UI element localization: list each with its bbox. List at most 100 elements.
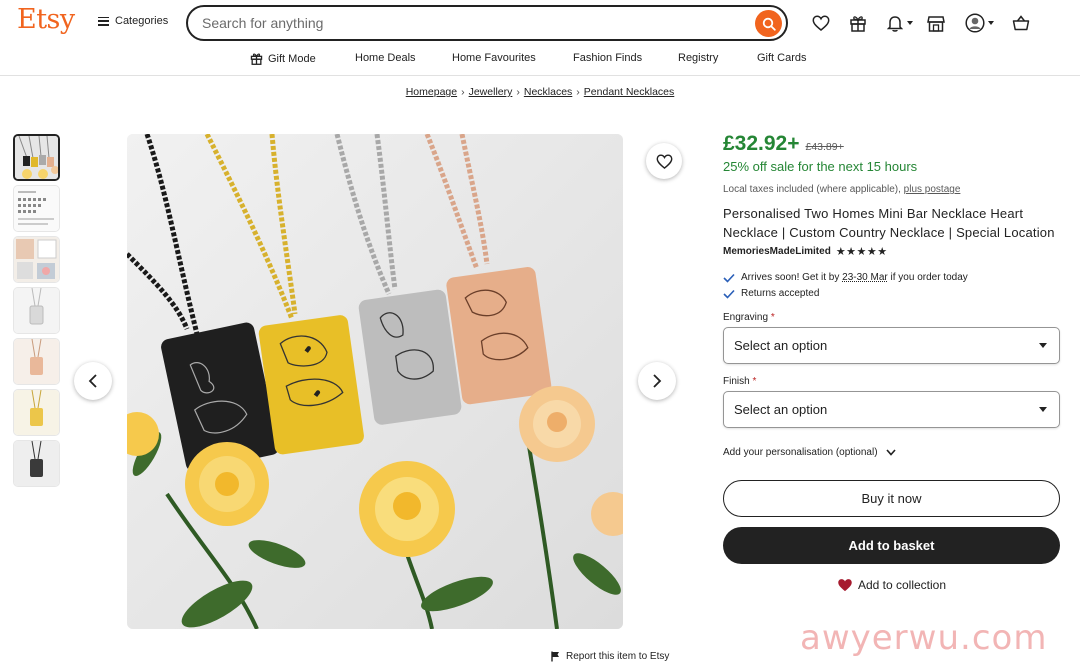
breadcrumb-separator: › bbox=[516, 86, 520, 98]
nav-registry[interactable]: Registry bbox=[678, 52, 718, 64]
nav-gift-cards[interactable]: Gift Cards bbox=[757, 52, 807, 64]
caret-down-icon bbox=[1039, 407, 1047, 412]
search-bar bbox=[186, 5, 788, 41]
chevron-down-icon bbox=[907, 21, 913, 25]
menu-icon bbox=[98, 16, 109, 26]
flag-icon bbox=[551, 651, 559, 662]
header: Etsy Categories bbox=[0, 0, 1080, 46]
heart-filled-icon bbox=[838, 579, 852, 592]
gift-button[interactable] bbox=[847, 12, 869, 34]
finish-label-text: Finish bbox=[723, 376, 750, 387]
personalisation-toggle[interactable]: Add your personalisation (optional) bbox=[723, 447, 1063, 458]
buy-it-now-button[interactable]: Buy it now bbox=[723, 480, 1060, 517]
price-row: £32.92+ £43.89+ bbox=[723, 132, 1063, 156]
heart-icon bbox=[812, 15, 830, 31]
breadcrumb-pendant-necklaces[interactable]: Pendant Necklaces bbox=[584, 86, 674, 98]
required-marker: * bbox=[752, 376, 757, 387]
categories-button[interactable]: Categories bbox=[98, 15, 168, 27]
rating-stars[interactable]: ★★★★★ bbox=[836, 245, 888, 258]
favourite-item-button[interactable] bbox=[646, 143, 682, 179]
returns-text: Returns accepted bbox=[741, 288, 820, 299]
breadcrumb: Homepage › Jewellery › Necklaces › Pendant Nec… bbox=[0, 86, 1080, 98]
nav-gift-mode[interactable]: Gift Mode bbox=[250, 52, 316, 65]
nav-fashion-finds[interactable]: Fashion Finds bbox=[573, 52, 642, 64]
thumbnail-list bbox=[13, 134, 62, 491]
chevron-down-icon bbox=[987, 21, 994, 25]
search-icon bbox=[762, 17, 776, 31]
tax-text: Local taxes included (where applicable), bbox=[723, 184, 901, 195]
avatar-icon bbox=[964, 13, 985, 33]
arrival-date[interactable]: 23-30 Mar bbox=[842, 272, 888, 283]
basket-button[interactable] bbox=[1010, 12, 1032, 34]
add-to-basket-button[interactable]: Add to basket bbox=[723, 527, 1060, 564]
check-icon bbox=[723, 273, 735, 283]
nav-label: Gift Mode bbox=[268, 52, 316, 65]
returns-row: Returns accepted bbox=[723, 288, 1063, 299]
categories-label: Categories bbox=[115, 15, 169, 27]
product-details: £32.92+ £43.89+ 25% off sale for the nex… bbox=[723, 132, 1063, 592]
price: £32.92+ bbox=[723, 132, 800, 155]
bell-icon bbox=[887, 16, 903, 32]
engraving-label: Engraving * bbox=[723, 312, 1063, 323]
breadcrumb-separator: › bbox=[461, 86, 465, 98]
basket-icon bbox=[1012, 15, 1030, 31]
thumbnail-2[interactable] bbox=[13, 185, 60, 232]
gift-icon bbox=[850, 16, 866, 32]
breadcrumb-separator: › bbox=[576, 86, 580, 98]
report-label: Report this item to Etsy bbox=[566, 651, 670, 662]
delivery-info: Arrives soon! Get it by 23-30 Mar if you… bbox=[723, 272, 1063, 299]
engraving-select[interactable]: Select an option bbox=[723, 327, 1060, 364]
arrival-row: Arrives soon! Get it by 23-30 Mar if you… bbox=[723, 272, 1063, 283]
thumbnail-5[interactable] bbox=[13, 338, 60, 385]
thumbnail-1[interactable] bbox=[13, 134, 60, 181]
caret-down-icon bbox=[1039, 343, 1047, 348]
report-item-link[interactable]: Report this item to Etsy bbox=[551, 651, 669, 662]
previous-image-button[interactable] bbox=[74, 362, 112, 400]
add-to-collection-button[interactable]: Add to collection bbox=[723, 578, 1060, 592]
personalisation-label: Add your personalisation (optional) bbox=[723, 447, 878, 458]
arrival-text: Arrives soon! Get it by 23-30 Mar if you… bbox=[741, 272, 968, 283]
chevron-left-icon bbox=[88, 374, 97, 388]
notifications-button[interactable] bbox=[884, 12, 916, 34]
chevron-right-icon bbox=[653, 374, 662, 388]
nav-home-deals[interactable]: Home Deals bbox=[355, 52, 416, 64]
gift-icon bbox=[250, 53, 263, 65]
original-price: £43.89+ bbox=[805, 141, 844, 153]
engraving-label-text: Engraving bbox=[723, 312, 769, 323]
breadcrumb-necklaces[interactable]: Necklaces bbox=[524, 86, 572, 98]
etsy-logo[interactable]: Etsy bbox=[17, 4, 75, 35]
header-divider bbox=[0, 75, 1080, 76]
thumbnail-4[interactable] bbox=[13, 287, 60, 334]
finish-label: Finish * bbox=[723, 376, 1063, 387]
favourites-button[interactable] bbox=[810, 12, 832, 34]
sub-navigation: Gift Mode Home Deals Home Favourites Fas… bbox=[0, 50, 1080, 68]
breadcrumb-homepage[interactable]: Homepage bbox=[406, 86, 457, 98]
search-button[interactable] bbox=[755, 10, 782, 37]
shop-name[interactable]: MemoriesMadeLimited bbox=[723, 246, 831, 257]
tax-notice: Local taxes included (where applicable),… bbox=[723, 184, 1063, 195]
postage-link[interactable]: plus postage bbox=[904, 184, 961, 195]
add-to-collection-label: Add to collection bbox=[857, 578, 947, 592]
arrival-suffix: if you order today bbox=[890, 272, 968, 283]
chevron-down-icon bbox=[885, 449, 896, 456]
product-title: Personalised Two Homes Mini Bar Necklace… bbox=[723, 206, 1055, 240]
next-image-button[interactable] bbox=[638, 362, 676, 400]
nav-home-favourites[interactable]: Home Favourites bbox=[452, 52, 536, 64]
watermark-text: awyerwu.com bbox=[800, 618, 1048, 658]
search-input[interactable] bbox=[202, 14, 742, 32]
arrival-prefix: Arrives soon! Get it by bbox=[741, 272, 840, 283]
breadcrumb-jewellery[interactable]: Jewellery bbox=[469, 86, 513, 98]
thumbnail-3[interactable] bbox=[13, 236, 60, 283]
heart-icon bbox=[656, 154, 672, 169]
required-marker: * bbox=[770, 312, 775, 323]
shop-manager-button[interactable] bbox=[925, 12, 947, 34]
finish-value: Select an option bbox=[734, 402, 828, 417]
thumbnail-7[interactable] bbox=[13, 440, 60, 487]
check-icon bbox=[723, 289, 735, 299]
finish-select[interactable]: Select an option bbox=[723, 391, 1060, 428]
shop-icon bbox=[927, 15, 945, 32]
engraving-value: Select an option bbox=[734, 338, 828, 353]
product-image[interactable] bbox=[127, 134, 623, 629]
thumbnail-6[interactable] bbox=[13, 389, 60, 436]
account-button[interactable] bbox=[962, 12, 996, 34]
